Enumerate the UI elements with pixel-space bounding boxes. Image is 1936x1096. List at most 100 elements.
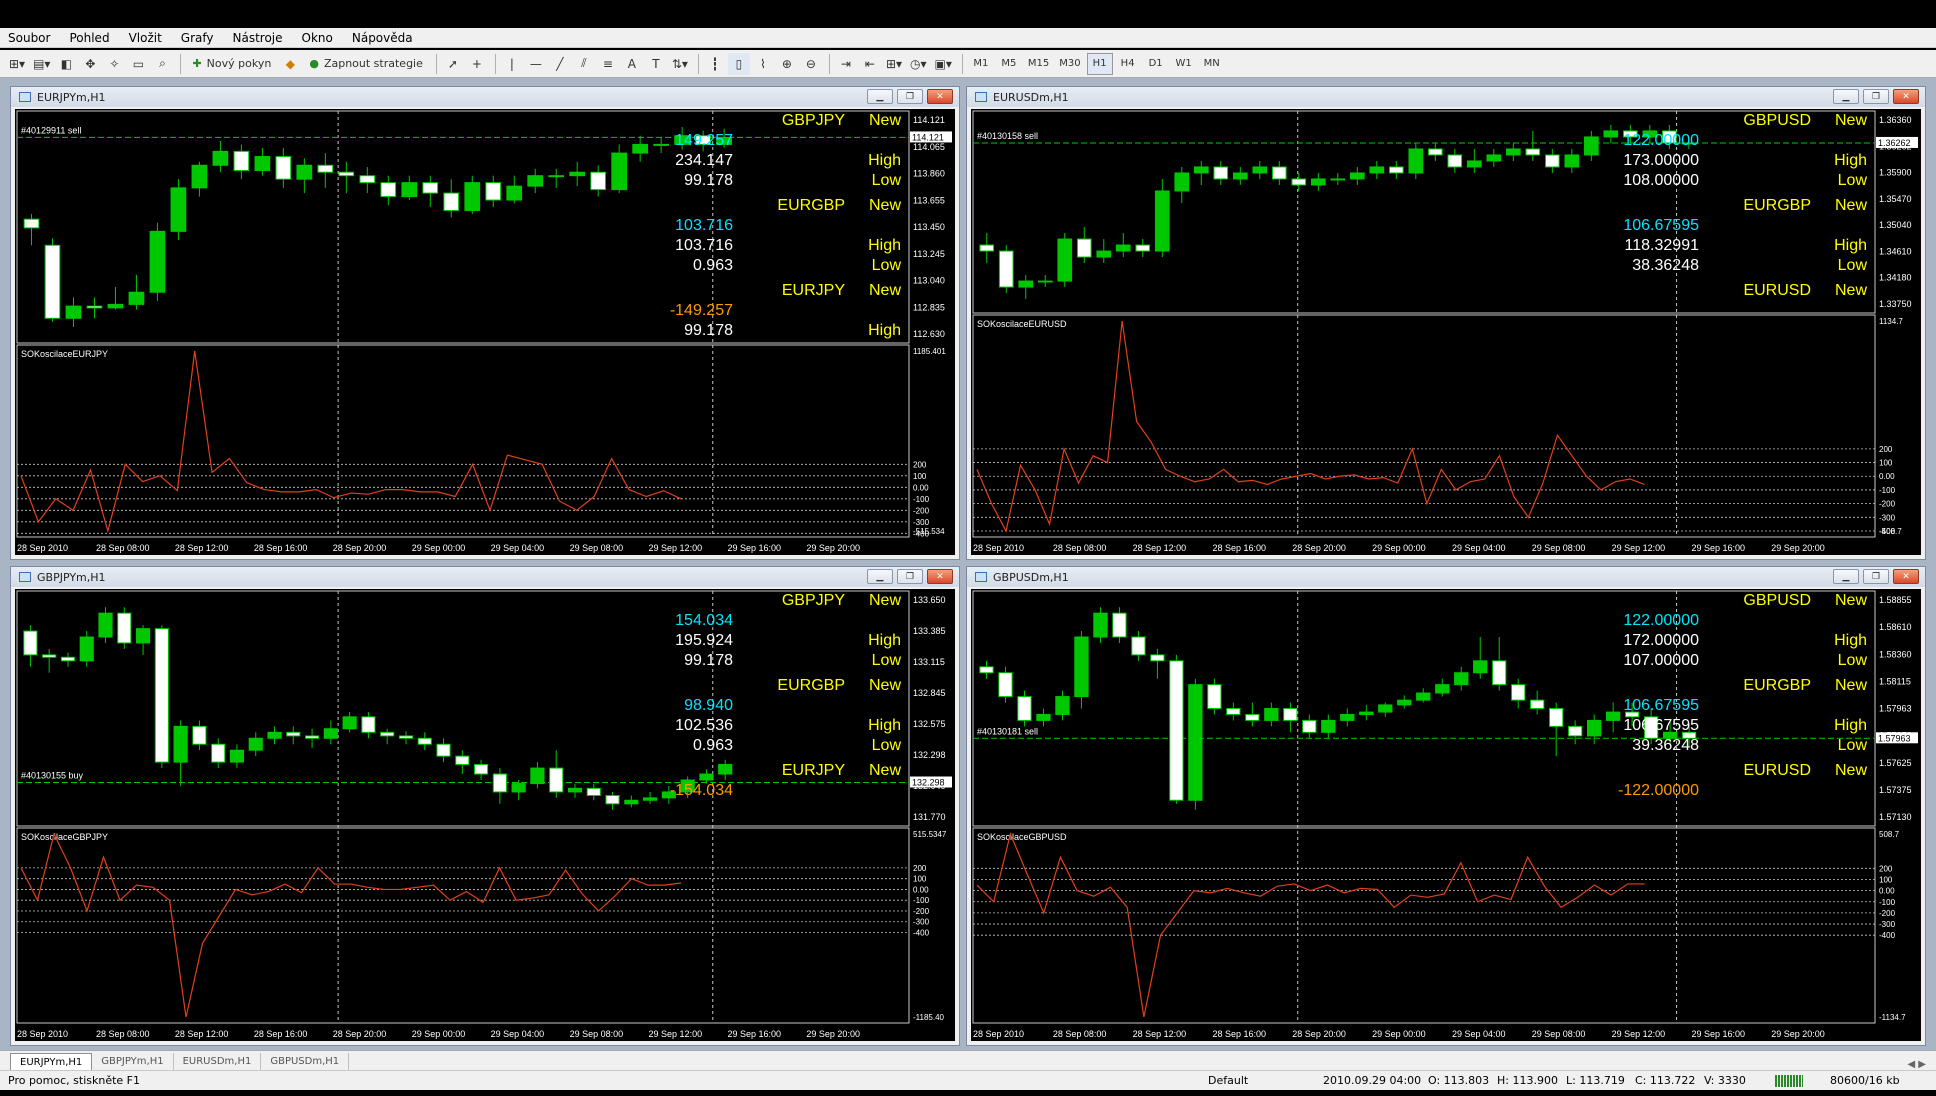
menu-window[interactable]: Okno <box>302 31 333 45</box>
candle-body <box>1530 699 1545 710</box>
timeframe-mn[interactable]: MN <box>1199 53 1225 75</box>
panel-new-label: New <box>1835 112 1867 129</box>
profiles-icon[interactable]: ▤▾ <box>30 53 53 75</box>
chart-window-titlebar[interactable]: EURJPYm,H1 ▁ ❐ ✕ <box>11 87 959 107</box>
timeframe-w1[interactable]: W1 <box>1171 53 1197 75</box>
candle-body <box>1245 713 1260 721</box>
timeframe-m5[interactable]: M5 <box>996 53 1022 75</box>
price-axis-label: 132.845 <box>913 688 946 698</box>
text-label-icon[interactable]: T <box>645 53 667 75</box>
toolbar-divider <box>494 53 496 74</box>
candle-body <box>417 737 432 745</box>
tab-gbpusd[interactable]: GBPUSDm,H1 <box>261 1053 350 1070</box>
timeframe-m15[interactable]: M15 <box>1024 53 1053 75</box>
strategy-tester-icon[interactable]: ⌕ <box>151 53 173 75</box>
menu-file[interactable]: Soubor <box>8 31 50 45</box>
text-icon[interactable]: A <box>621 53 643 75</box>
menu-view[interactable]: Pohled <box>69 31 109 45</box>
horizontal-line-icon[interactable]: — <box>525 53 547 75</box>
terminal-icon[interactable]: ▭ <box>127 53 149 75</box>
timeframe-d1[interactable]: D1 <box>1143 53 1169 75</box>
chart-area[interactable]: 114.121 114.065 113.860 113.655 113.450 113.2… <box>15 109 955 555</box>
candle-body <box>380 731 395 737</box>
restore-button[interactable]: ❐ <box>1863 89 1889 104</box>
trendline-icon[interactable]: ╱ <box>549 53 571 75</box>
candle-body <box>65 305 82 319</box>
tab-eurusd[interactable]: EURUSDm,H1 <box>174 1053 262 1070</box>
oscillator-axis-label: 0.00 <box>1879 472 1895 481</box>
data-window-icon[interactable]: ✥ <box>79 53 101 75</box>
minimize-button[interactable]: ▁ <box>867 89 893 104</box>
chart-area[interactable]: 133.650 133.385 133.115 132.845 132.575 132.2… <box>15 589 955 1041</box>
line-chart-icon[interactable]: ⌇ <box>752 53 774 75</box>
time-axis-label: 28 Sep 08:00 <box>1053 543 1107 553</box>
restore-button[interactable]: ❐ <box>897 569 923 584</box>
time-axis-label: 28 Sep 2010 <box>973 543 1024 553</box>
menu-tools[interactable]: Nástroje <box>233 31 283 45</box>
vertical-line-icon[interactable]: | <box>501 53 523 75</box>
panel-value-low: 99.178 <box>684 652 733 669</box>
oscillator-axis-label: 0.00 <box>1879 887 1895 896</box>
indicators-icon[interactable]: ⊞▾ <box>883 53 905 75</box>
timeframe-m30[interactable]: M30 <box>1055 53 1084 75</box>
timeframe-h1[interactable]: H1 <box>1086 52 1113 75</box>
chart-shift-icon[interactable]: ⇤ <box>859 53 881 75</box>
panel-new-label: New <box>1835 592 1867 609</box>
bar-chart-icon[interactable]: ┇ <box>704 53 726 75</box>
menu-help[interactable]: Nápověda <box>352 31 413 45</box>
minimize-button[interactable]: ▁ <box>1833 569 1859 584</box>
menu-insert[interactable]: Vložit <box>129 31 162 45</box>
close-button[interactable]: ✕ <box>927 569 953 584</box>
chart-window-titlebar[interactable]: EURUSDm,H1 ▁ ❐ ✕ <box>967 87 1925 107</box>
candle-body <box>1150 654 1165 662</box>
chart-window-titlebar[interactable]: GBPJPYm,H1 ▁ ❐ ✕ <box>11 567 959 587</box>
chart-window[interactable]: EURUSDm,H1 ▁ ❐ ✕ 1.363601.362621.359001.… <box>966 86 1926 560</box>
time-axis-label: 28 Sep 20:00 <box>1292 1029 1346 1039</box>
oscillator-axis-label: -100 <box>1879 898 1896 907</box>
zoom-in-icon[interactable]: ⊕ <box>776 53 798 75</box>
chart-tab-bar: EURJPYm,H1 GBPJPYm,H1 EURUSDm,H1 GBPUSDm… <box>0 1050 1936 1070</box>
periods-icon[interactable]: ◷▾ <box>907 53 930 75</box>
new-order-button[interactable]: ✚ Nový pokyn <box>186 53 277 75</box>
timeframe-m1[interactable]: M1 <box>968 53 994 75</box>
navigator-icon[interactable]: ✧ <box>103 53 125 75</box>
close-button[interactable]: ✕ <box>1893 569 1919 584</box>
minimize-button[interactable]: ▁ <box>1833 89 1859 104</box>
fibonacci-icon[interactable]: ≡ <box>597 53 619 75</box>
timeframe-h4[interactable]: H4 <box>1115 53 1141 75</box>
metaeditor-icon[interactable]: ◆ <box>279 53 301 75</box>
candle-body <box>117 612 132 644</box>
templates-icon[interactable]: ▣▾ <box>932 53 955 75</box>
candle-body <box>1435 684 1450 694</box>
candle-body <box>1207 684 1222 709</box>
chart-window[interactable]: GBPJPYm,H1 ▁ ❐ ✕ 133.650 133.385 133.115 13… <box>10 566 960 1046</box>
zoom-out-icon[interactable]: ⊖ <box>800 53 822 75</box>
candle-body <box>1310 178 1326 186</box>
arrows-icon[interactable]: ⇅▾ <box>669 53 691 75</box>
candlestick-icon[interactable]: ▯ <box>727 52 750 75</box>
tab-eurjpy[interactable]: EURJPYm,H1 <box>10 1053 93 1070</box>
tab-scroll-arrows[interactable]: ◀ ▶ <box>1907 1059 1936 1070</box>
channel-icon[interactable]: ⫽ <box>573 53 595 75</box>
chart-window[interactable]: GBPUSDm,H1 ▁ ❐ ✕ 1.58855 1.58610 1.58360 1.… <box>966 566 1926 1046</box>
close-button[interactable]: ✕ <box>927 89 953 104</box>
restore-button[interactable]: ❐ <box>897 89 923 104</box>
chart-area[interactable]: 1.36360 1.36262 1.35900 1.35470 1.35040 1.346… <box>971 109 1921 555</box>
oscillator-axis-label: 100 <box>913 875 927 884</box>
crosshair-icon[interactable]: + <box>466 53 488 75</box>
candle-body <box>267 731 282 739</box>
market-watch-icon[interactable]: ◧ <box>55 53 77 75</box>
menu-charts[interactable]: Grafy <box>181 31 214 45</box>
close-button[interactable]: ✕ <box>1893 89 1919 104</box>
minimize-button[interactable]: ▁ <box>867 569 893 584</box>
auto-scroll-icon[interactable]: ⇥ <box>835 53 857 75</box>
restore-button[interactable]: ❐ <box>1863 569 1889 584</box>
chart-window[interactable]: EURJPYm,H1 ▁ ❐ ✕ 114.121 114.065 113.860 11… <box>10 86 960 560</box>
chart-area[interactable]: 1.588551.586101.583601.581151.579631.578… <box>971 589 1921 1041</box>
tab-gbpjpy[interactable]: GBPJPYm,H1 <box>92 1053 174 1070</box>
new-chart-icon[interactable]: ⊞▾ <box>6 53 28 75</box>
panel-value-high: 172.00000 <box>1623 632 1699 649</box>
chart-window-titlebar[interactable]: GBPUSDm,H1 ▁ ❐ ✕ <box>967 567 1925 587</box>
cursor-icon[interactable]: ➚ <box>442 53 464 75</box>
autotrading-button[interactable]: ● Zapnout strategie <box>303 53 429 75</box>
